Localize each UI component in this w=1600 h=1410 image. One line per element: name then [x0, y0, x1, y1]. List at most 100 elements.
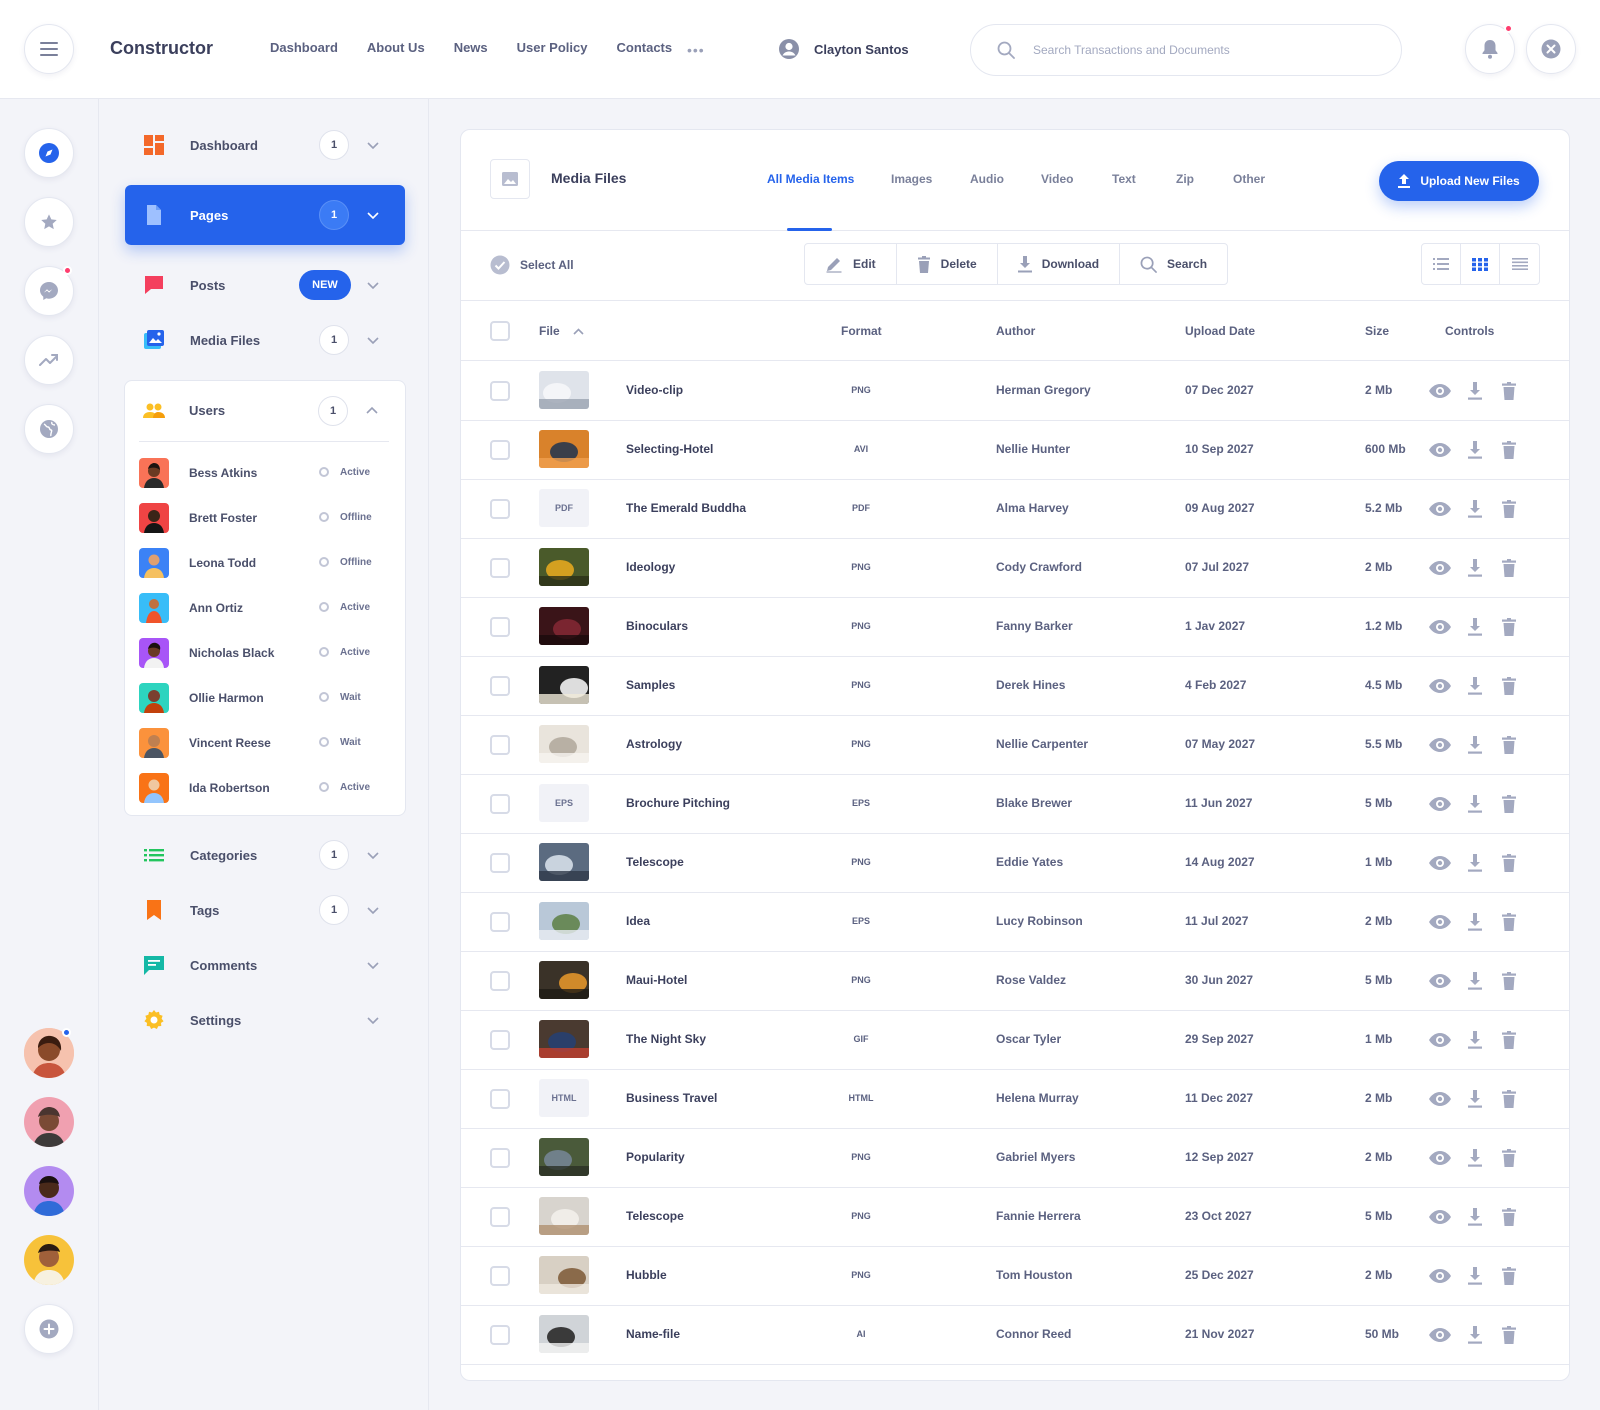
- table-row[interactable]: Samples PNG Derek Hines 4 Feb 2027 4.5 Mb: [461, 656, 1569, 716]
- download-file-button[interactable]: [1464, 794, 1486, 814]
- row-checkbox[interactable]: [490, 912, 510, 932]
- column-file[interactable]: File: [539, 324, 584, 338]
- row-checkbox[interactable]: [490, 794, 510, 814]
- table-row[interactable]: Astrology PNG Nellie Carpenter 07 May 2027 5…: [461, 715, 1569, 775]
- rail-messages-button[interactable]: [24, 266, 74, 316]
- view-button[interactable]: [1429, 853, 1451, 873]
- row-checkbox[interactable]: [490, 971, 510, 991]
- row-checkbox[interactable]: [490, 676, 510, 696]
- tab-all-media-items[interactable]: All Media Items: [767, 172, 854, 186]
- delete-file-button[interactable]: [1498, 1325, 1520, 1345]
- rail-favorites-button[interactable]: [24, 197, 74, 247]
- menu-item-tags[interactable]: Tags 1: [125, 880, 405, 940]
- delete-file-button[interactable]: [1498, 1030, 1520, 1050]
- delete-file-button[interactable]: [1498, 971, 1520, 991]
- column-upload-date[interactable]: Upload Date: [1185, 324, 1255, 338]
- delete-file-button[interactable]: [1498, 735, 1520, 755]
- table-row[interactable]: Maui-Hotel PNG Rose Valdez 30 Jun 2027 5 Mb: [461, 951, 1569, 1011]
- user-profile[interactable]: Clayton Santos: [778, 38, 909, 60]
- search-input[interactable]: [1033, 43, 1363, 57]
- download-file-button[interactable]: [1464, 1266, 1486, 1286]
- download-file-button[interactable]: [1464, 617, 1486, 637]
- list-view-button[interactable]: [1422, 244, 1461, 284]
- user-list-item[interactable]: Bess Atkins Active: [139, 456, 389, 490]
- view-button[interactable]: [1429, 558, 1451, 578]
- rail-globe-button[interactable]: [24, 404, 74, 454]
- table-row[interactable]: Telescope PNG Fannie Herrera 23 Oct 2027 5 M…: [461, 1187, 1569, 1247]
- menu-item-comments[interactable]: Comments: [125, 935, 405, 995]
- view-button[interactable]: [1429, 499, 1451, 519]
- download-file-button[interactable]: [1464, 1325, 1486, 1345]
- view-button[interactable]: [1429, 1030, 1451, 1050]
- tab-video[interactable]: Video: [1041, 172, 1073, 186]
- select-all-toggle[interactable]: Select All: [490, 255, 574, 275]
- nav-news[interactable]: News: [454, 40, 488, 55]
- view-button[interactable]: [1429, 381, 1451, 401]
- close-button[interactable]: [1526, 24, 1576, 74]
- download-file-button[interactable]: [1464, 853, 1486, 873]
- table-row[interactable]: EPS Brochure Pitching EPS Blake Brewer 11 Ju…: [461, 774, 1569, 834]
- column-format[interactable]: Format: [841, 324, 882, 338]
- nav-contacts[interactable]: Contacts: [616, 40, 672, 55]
- view-button[interactable]: [1429, 440, 1451, 460]
- table-row[interactable]: Binoculars PNG Fanny Barker 1 Jav 2027 1.2 M…: [461, 597, 1569, 657]
- delete-file-button[interactable]: [1498, 440, 1520, 460]
- table-row[interactable]: Selecting-Hotel AVI Nellie Hunter 10 Sep 20…: [461, 420, 1569, 480]
- delete-file-button[interactable]: [1498, 1207, 1520, 1227]
- tab-text[interactable]: Text: [1112, 172, 1136, 186]
- notifications-button[interactable]: [1465, 24, 1515, 74]
- download-file-button[interactable]: [1464, 440, 1486, 460]
- user-list-item[interactable]: Vincent Reese Wait: [139, 726, 389, 760]
- view-button[interactable]: [1429, 617, 1451, 637]
- row-checkbox[interactable]: [490, 1148, 510, 1168]
- user-list-item[interactable]: Ann Ortiz Active: [139, 591, 389, 625]
- table-row[interactable]: The Night Sky GIF Oscar Tyler 29 Sep 2027 1 …: [461, 1010, 1569, 1070]
- download-file-button[interactable]: [1464, 1207, 1486, 1227]
- download-file-button[interactable]: [1464, 912, 1486, 932]
- avatar[interactable]: [24, 1235, 74, 1285]
- rail-explore-button[interactable]: [24, 128, 74, 178]
- tab-other[interactable]: Other: [1233, 172, 1265, 186]
- view-button[interactable]: [1429, 794, 1451, 814]
- row-checkbox[interactable]: [490, 853, 510, 873]
- download-file-button[interactable]: [1464, 499, 1486, 519]
- view-button[interactable]: [1429, 971, 1451, 991]
- view-button[interactable]: [1429, 912, 1451, 932]
- user-list-item[interactable]: Ida Robertson Active: [139, 771, 389, 805]
- view-button[interactable]: [1429, 1325, 1451, 1345]
- user-list-item[interactable]: Ollie Harmon Wait: [139, 681, 389, 715]
- table-row[interactable]: Ideology PNG Cody Crawford 07 Jul 2027 2 Mb: [461, 538, 1569, 598]
- download-file-button[interactable]: [1464, 735, 1486, 755]
- row-checkbox[interactable]: [490, 1207, 510, 1227]
- add-user-button[interactable]: [24, 1304, 74, 1354]
- row-checkbox[interactable]: [490, 1325, 510, 1345]
- tab-images[interactable]: Images: [891, 172, 932, 186]
- compact-view-button[interactable]: [1500, 244, 1539, 284]
- row-checkbox[interactable]: [490, 735, 510, 755]
- table-row[interactable]: Popularity PNG Gabriel Myers 12 Sep 2027 2 M…: [461, 1128, 1569, 1188]
- global-search[interactable]: [970, 24, 1402, 76]
- table-row[interactable]: Video-clip PNG Herman Gregory 07 Dec 2027 2 …: [461, 361, 1569, 421]
- menu-item-categories[interactable]: Categories 1: [125, 825, 405, 885]
- avatar[interactable]: [24, 1097, 74, 1147]
- menu-item-settings[interactable]: Settings: [125, 990, 405, 1050]
- table-row[interactable]: Telescope PNG Eddie Yates 14 Aug 2027 1 Mb: [461, 833, 1569, 893]
- user-list-item[interactable]: Nicholas Black Active: [139, 636, 389, 670]
- row-checkbox[interactable]: [490, 1266, 510, 1286]
- delete-file-button[interactable]: [1498, 912, 1520, 932]
- avatar[interactable]: [24, 1166, 74, 1216]
- table-row[interactable]: HTML Business Travel HTML Helena Murray 11 D…: [461, 1069, 1569, 1129]
- user-list-item[interactable]: Brett Foster Offline: [139, 501, 389, 535]
- delete-file-button[interactable]: [1498, 1148, 1520, 1168]
- tab-audio[interactable]: Audio: [970, 172, 1004, 186]
- view-button[interactable]: [1429, 1207, 1451, 1227]
- delete-file-button[interactable]: [1498, 499, 1520, 519]
- row-checkbox[interactable]: [490, 381, 510, 401]
- grid-view-button[interactable]: [1461, 244, 1500, 284]
- nav-about-us[interactable]: About Us: [367, 40, 425, 55]
- menu-item-dashboard[interactable]: Dashboard 1: [125, 115, 405, 175]
- delete-file-button[interactable]: [1498, 676, 1520, 696]
- rail-analytics-button[interactable]: [24, 335, 74, 385]
- row-checkbox[interactable]: [490, 1030, 510, 1050]
- nav-user-policy[interactable]: User Policy: [517, 40, 588, 55]
